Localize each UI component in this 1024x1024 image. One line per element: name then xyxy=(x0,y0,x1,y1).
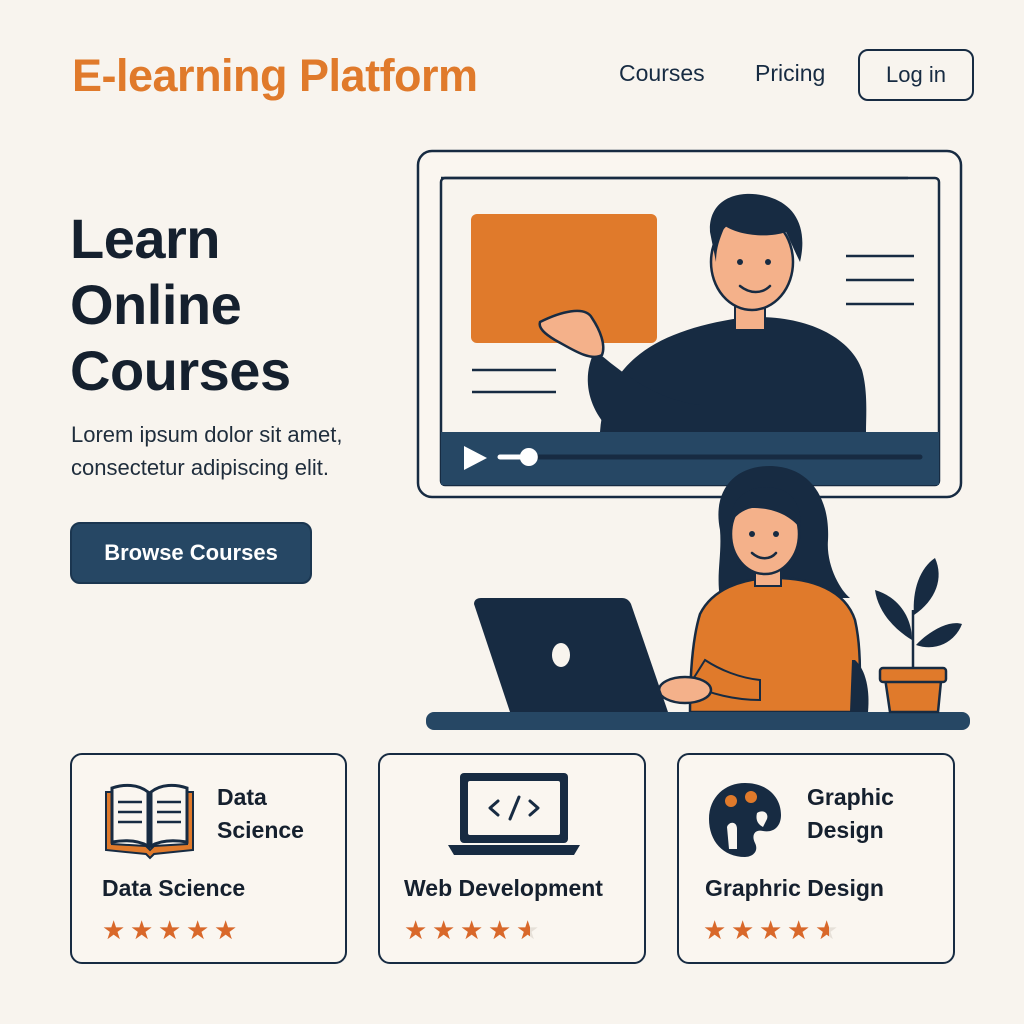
card-icon-caption: Data Science xyxy=(217,781,304,847)
star-icon: ★ ★ xyxy=(460,915,485,945)
course-card-web-development[interactable]: Web Development ★ ★ ★ ★ ★ ★ ★ ★ ★ ★ xyxy=(378,753,646,964)
star-icon: ★ ★ xyxy=(703,915,728,945)
star-icon: ★ ★ xyxy=(186,915,211,945)
star-icon: ★ ★ xyxy=(130,915,155,945)
course-card-data-science[interactable]: Data Science Data Science ★ ★ ★ ★ ★ ★ ★ ★ ★ ★ xyxy=(70,753,347,964)
course-card-graphic-design[interactable]: Graphic Design Graphric Design ★ ★ ★ ★ ★ ★ ★ ★ ★… xyxy=(677,753,955,964)
star-icon: ★ ★ xyxy=(516,915,541,945)
star-icon: ★ ★ xyxy=(731,915,756,945)
palette-icon xyxy=(709,783,781,857)
plant-illustration xyxy=(875,558,962,714)
card-title: Graphric Design xyxy=(705,875,884,901)
caption-line: Science xyxy=(217,817,304,843)
star-icon: ★ ★ xyxy=(432,915,457,945)
progress-knob[interactable] xyxy=(519,448,538,466)
star-icon: ★ ★ xyxy=(404,915,429,945)
star-icon: ★ ★ xyxy=(102,915,127,945)
rating-stars: ★ ★ ★ ★ ★ ★ ★ ★ ★ ★ xyxy=(703,915,843,945)
rating-stars: ★ ★ ★ ★ ★ ★ ★ ★ ★ ★ xyxy=(102,915,242,945)
student-figure xyxy=(657,465,862,714)
landing-page: E-learning Platform Courses Pricing Log … xyxy=(0,0,1024,1024)
star-icon: ★ ★ xyxy=(214,915,239,945)
laptop-code-icon xyxy=(448,773,580,855)
caption-line: Design xyxy=(807,817,884,843)
star-icon: ★ ★ xyxy=(158,915,183,945)
caption-line: Graphic xyxy=(807,784,894,810)
laptop-illustration xyxy=(474,598,668,712)
star-icon: ★ ★ xyxy=(759,915,784,945)
caption-line: Data xyxy=(217,784,267,810)
card-title: Web Development xyxy=(404,875,603,901)
open-book-icon xyxy=(105,783,194,860)
star-icon: ★ ★ xyxy=(787,915,812,945)
hero-illustration xyxy=(416,149,970,730)
desk xyxy=(426,712,970,730)
rating-stars: ★ ★ ★ ★ ★ ★ ★ ★ ★ ★ xyxy=(404,915,544,945)
card-title: Data Science xyxy=(102,875,246,901)
card-icon-caption: Graphic Design xyxy=(807,781,894,847)
star-icon: ★ ★ xyxy=(488,915,513,945)
star-icon: ★ ★ xyxy=(815,915,840,945)
